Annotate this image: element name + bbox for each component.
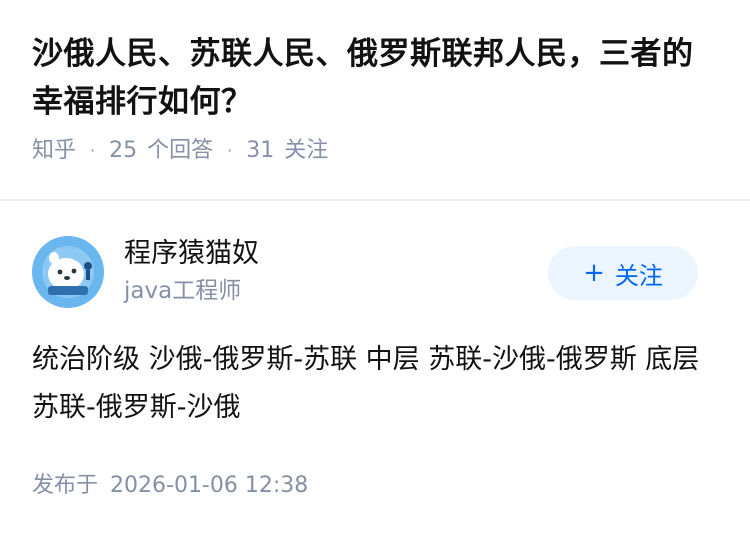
publish-info: 发布于 2026-01-06 12:38 <box>32 470 308 502</box>
question-header: 沙俄人民、苏联人民、俄罗斯联邦人民，三者的幸福排行如何？ 知乎 · 25 个回答… <box>32 30 722 166</box>
avatar[interactable] <box>32 236 104 308</box>
plus-icon: + <box>583 258 605 288</box>
answer-content: 统治阶级 沙俄-俄罗斯-苏联 中层 苏联-沙俄-俄罗斯 底层 苏联-俄罗斯-沙俄 <box>32 344 700 423</box>
follow-button-label: 关注 <box>614 261 663 290</box>
published-label: 发布于 <box>32 473 99 498</box>
question-title[interactable]: 沙俄人民、苏联人民、俄罗斯联邦人民，三者的幸福排行如何？ <box>32 30 722 126</box>
section-divider <box>0 199 750 201</box>
avatar-seal-astronaut-icon <box>32 236 104 308</box>
published-time: 2026-01-06 12:38 <box>110 473 309 498</box>
author-bio: java工程师 <box>124 278 242 304</box>
meta-separator: · <box>227 141 233 160</box>
author-name[interactable]: 程序猿猫奴 <box>124 235 259 273</box>
followers-label: 关注 <box>284 138 329 163</box>
author-card: 程序猿猫奴 java工程师 + 关注 <box>32 233 718 311</box>
site-name[interactable]: 知乎 <box>32 136 76 166</box>
answers-count[interactable]: 25 <box>109 136 137 166</box>
followers-count: 31 <box>246 138 275 163</box>
question-meta: 知乎 · 25 个回答 · 31 关注 <box>32 136 722 166</box>
meta-separator: · <box>90 141 96 160</box>
follow-button[interactable]: + 关注 <box>548 246 698 300</box>
answers-label[interactable]: 个回答 <box>147 136 213 166</box>
